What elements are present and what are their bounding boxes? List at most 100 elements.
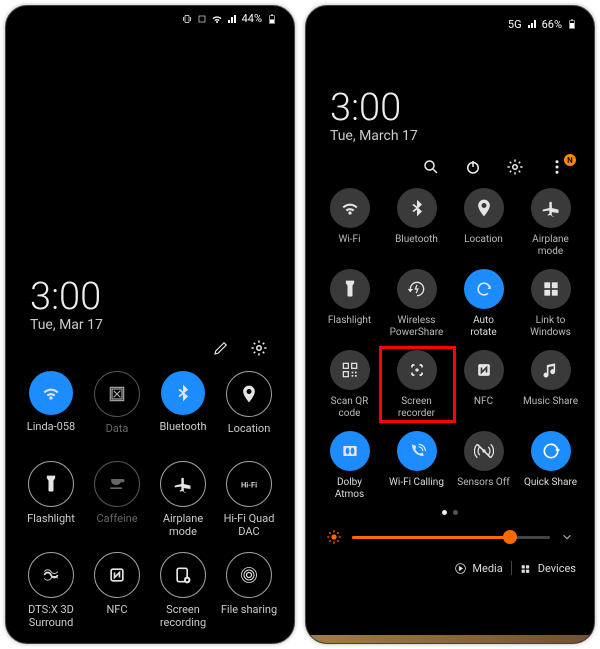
tile-label: Flashlight [27,513,75,537]
devices-chip[interactable]: Devices [520,562,576,575]
tile-dolby: Dolby Atmos [316,431,383,500]
devices-icon [520,562,533,575]
sensors-toggle[interactable] [464,431,504,471]
hifi-toggle[interactable] [226,461,272,507]
wificall-icon [407,441,427,461]
music-toggle[interactable] [531,350,571,390]
tile-qr: Scan QR code [316,350,383,419]
quickshare-toggle[interactable] [531,431,571,471]
brightness-slider[interactable] [306,521,594,553]
clock-time: 3:00 [30,275,270,319]
status-bar: 44% [6,6,294,25]
windows-toggle[interactable] [531,269,571,309]
wifi-icon [41,383,61,403]
rotate-toggle[interactable] [464,269,504,309]
hifi-icon [239,474,259,494]
tile-label: Airplane mode [532,234,569,257]
tile-label: Link to Windows [530,315,571,338]
bottom-chips: Media Devices [306,553,594,587]
clock-area: 3:00 Tue, Mar 17 [6,275,294,333]
tile-rotate: Auto rotate [450,269,517,338]
tile-wifi: Linda-058 [18,371,84,447]
quickshare-icon [541,441,561,461]
tile-label: Wi-Fi [338,234,360,256]
quick-settings-grid: Wi-FiBluetoothLocationAirplane modeFlash… [306,184,594,504]
nfc2-icon [474,360,494,380]
tile-nfc2: NFC [450,350,517,419]
location-toggle[interactable] [226,371,272,417]
tile-label: NFC [106,604,127,628]
tile-airplane: Airplane mode [517,188,584,257]
tile-label: Data [106,423,129,447]
screenrec-toggle[interactable] [160,552,206,598]
tile-bluetooth: Bluetooth [383,188,450,257]
nfc2-toggle[interactable] [464,350,504,390]
wifi-toggle[interactable] [330,188,370,228]
tile-dts: DTS:X 3D Surround [18,552,84,629]
tile-location: Location [216,371,282,447]
bluetooth-toggle[interactable] [161,371,205,415]
fileshare-icon [239,565,259,585]
location-icon [474,198,494,218]
cup-toggle[interactable] [94,461,140,507]
tile-nfc: NFC [84,552,150,629]
screenrec-toggle[interactable] [397,350,437,390]
power-icon[interactable] [464,158,482,176]
fileshare-toggle[interactable] [226,552,272,598]
page-indicator[interactable] [306,504,594,521]
quick-settings-grid: Linda-058DataBluetoothLocationFlashlight… [6,365,294,636]
wificall-toggle[interactable] [397,431,437,471]
bluetooth-toggle[interactable] [397,188,437,228]
dts-toggle[interactable] [28,552,74,598]
clock-time: 3:00 [330,86,570,130]
tile-label: Screen recording [160,604,206,629]
powershare-toggle[interactable] [397,269,437,309]
tile-cup: Caffeine [84,461,150,538]
tile-flashlight: Flashlight [18,461,84,538]
flashlight-toggle[interactable] [330,269,370,309]
nfc-toggle[interactable] [94,552,140,598]
chevron-down-icon[interactable] [560,530,574,544]
settings-gear-icon[interactable] [250,339,268,357]
tile-screenrec: Screen recorder [383,350,450,419]
media-chip[interactable]: Media [454,562,502,575]
airplane-toggle[interactable] [160,461,206,507]
tile-label: Linda-058 [27,421,75,445]
tile-label: Wi-Fi Calling [389,477,444,499]
flashlight-icon [41,474,61,494]
tile-label: Airplane mode [163,513,203,538]
dts-icon [41,565,61,585]
wifi-toggle[interactable] [29,371,73,415]
clock-date: Tue, March 17 [330,128,570,144]
dolby-toggle[interactable] [330,431,370,471]
tile-label: File sharing [221,604,277,628]
tile-label: Location [228,423,271,447]
qr-toggle[interactable] [330,350,370,390]
tile-label: Scan QR code [331,396,369,419]
tile-label: Caffeine [96,513,137,537]
tile-windows: Link to Windows [517,269,584,338]
tile-label: Bluetooth [395,234,438,256]
tile-quickshare: Quick Share [517,431,584,500]
tile-wificall: Wi-Fi Calling [383,431,450,500]
airplane-icon [173,474,193,494]
tile-airplane: Airplane mode [150,461,216,538]
clock-date: Tue, Mar 17 [30,317,270,333]
bluetooth-icon [407,198,427,218]
location-toggle[interactable] [464,188,504,228]
data-toggle[interactable] [94,371,140,417]
tile-location: Location [450,188,517,257]
flashlight-toggle[interactable] [28,461,74,507]
powershare-icon [407,279,427,299]
battery-icon [566,18,578,30]
airplane-toggle[interactable] [531,188,571,228]
tile-label: Dolby Atmos [335,477,364,500]
media-label: Media [472,562,502,575]
cup-icon [107,474,127,494]
search-icon[interactable] [422,158,440,176]
edit-pencil-icon[interactable] [212,339,230,357]
settings-icon[interactable] [506,158,524,176]
brightness-track[interactable] [352,536,550,539]
tile-hifi: Hi-Fi Quad DAC [216,461,282,538]
tile-label: Hi-Fi Quad DAC [224,513,275,538]
